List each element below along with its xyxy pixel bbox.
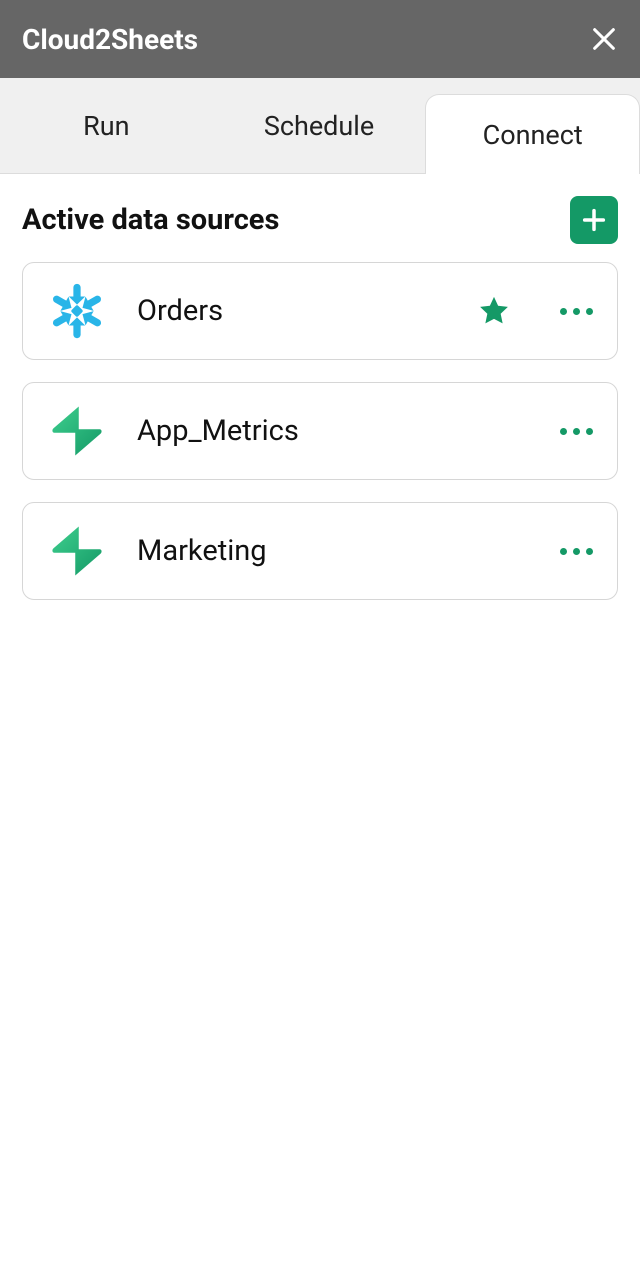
tab-connect[interactable]: Connect bbox=[425, 94, 640, 174]
source-card-orders[interactable]: Orders bbox=[22, 262, 618, 360]
source-name: App_Metrics bbox=[137, 414, 512, 448]
dot-icon bbox=[586, 548, 593, 555]
snowflake-icon bbox=[47, 281, 107, 341]
star-icon bbox=[477, 294, 511, 328]
more-button[interactable] bbox=[542, 540, 593, 563]
tab-bar: Run Schedule Connect bbox=[0, 78, 640, 174]
star-button[interactable] bbox=[476, 293, 512, 329]
dot-icon bbox=[573, 428, 580, 435]
section-header: Active data sources bbox=[0, 174, 640, 254]
close-icon bbox=[590, 25, 618, 53]
supabase-icon bbox=[47, 401, 107, 461]
more-button[interactable] bbox=[542, 300, 593, 323]
source-name: Orders bbox=[137, 294, 446, 328]
header: Cloud2Sheets bbox=[0, 0, 640, 78]
dot-icon bbox=[573, 308, 580, 315]
dot-icon bbox=[586, 308, 593, 315]
supabase-icon bbox=[47, 521, 107, 581]
dot-icon bbox=[586, 428, 593, 435]
plus-icon bbox=[580, 206, 608, 234]
tab-run[interactable]: Run bbox=[0, 78, 213, 173]
dot-icon bbox=[560, 428, 567, 435]
section-title: Active data sources bbox=[22, 203, 279, 237]
source-list: Orders App_Metrics bbox=[0, 254, 640, 608]
dot-icon bbox=[560, 548, 567, 555]
source-name: Marketing bbox=[137, 534, 512, 568]
tab-label: Schedule bbox=[264, 110, 374, 142]
tab-label: Run bbox=[83, 110, 129, 142]
dot-icon bbox=[560, 308, 567, 315]
close-button[interactable] bbox=[590, 25, 618, 53]
dot-icon bbox=[573, 548, 580, 555]
more-button[interactable] bbox=[542, 420, 593, 443]
source-card-app-metrics[interactable]: App_Metrics bbox=[22, 382, 618, 480]
tab-label: Connect bbox=[483, 119, 583, 151]
app-title: Cloud2Sheets bbox=[22, 23, 198, 56]
tab-schedule[interactable]: Schedule bbox=[213, 78, 426, 173]
source-card-marketing[interactable]: Marketing bbox=[22, 502, 618, 600]
add-source-button[interactable] bbox=[570, 196, 618, 244]
